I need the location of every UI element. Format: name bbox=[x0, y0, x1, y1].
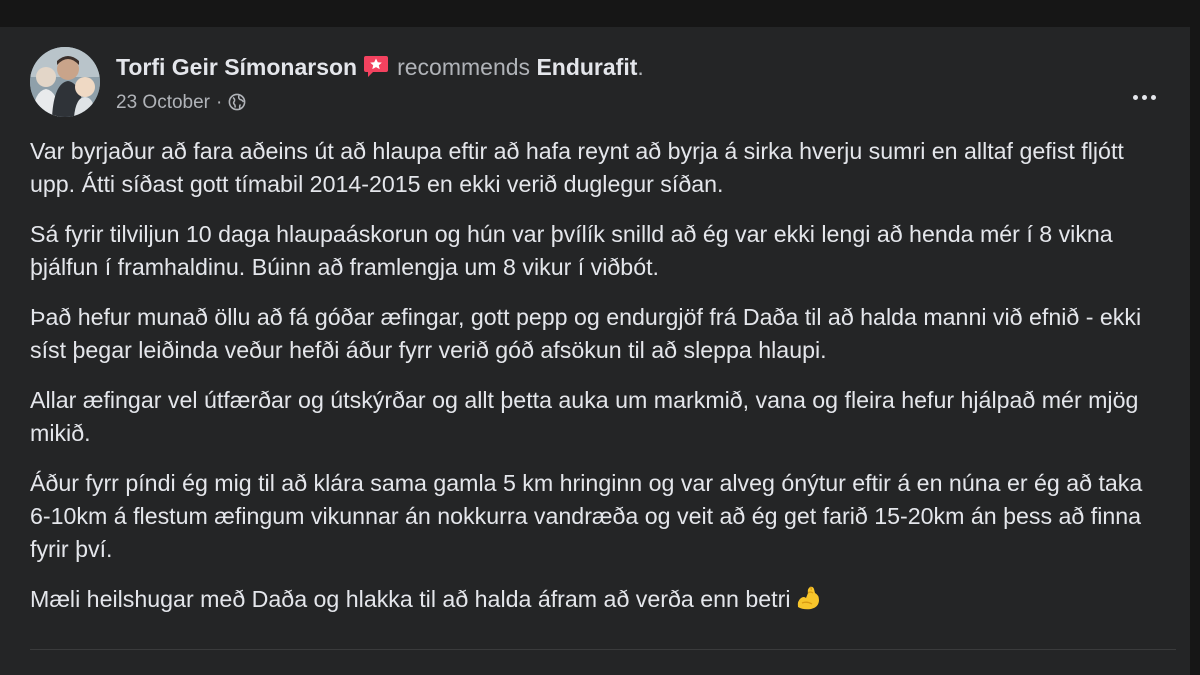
recommend-badge-icon bbox=[364, 56, 389, 77]
post-body: Var byrjaður að fara aðeins út að hlaupa… bbox=[30, 135, 1150, 633]
flexed-biceps-icon bbox=[798, 586, 820, 610]
more-dot bbox=[1132, 94, 1138, 100]
post-date[interactable]: 23 October bbox=[116, 92, 210, 113]
recommends-text: recommends bbox=[397, 54, 531, 80]
post-card: Torfi Geir Símonarson recommends Endurafi… bbox=[0, 27, 1190, 675]
more-dot bbox=[1141, 94, 1147, 100]
more-options-button[interactable] bbox=[1124, 85, 1164, 109]
author-line: Torfi Geir Símonarson recommends Endurafi… bbox=[116, 53, 644, 81]
author-name[interactable]: Torfi Geir Símonarson bbox=[116, 54, 357, 80]
post-paragraph: Áður fyrr píndi ég mig til að klára sama… bbox=[30, 470, 1143, 562]
globe-icon[interactable] bbox=[228, 93, 246, 111]
author-avatar[interactable] bbox=[30, 47, 100, 117]
post-header: Torfi Geir Símonarson recommends Endurafi… bbox=[30, 47, 1176, 117]
post-divider bbox=[30, 649, 1176, 650]
post-paragraph: Allar æfingar vel útfærðar og útskýrðar … bbox=[30, 387, 1139, 446]
post-meta: 23 October · bbox=[116, 91, 246, 115]
post-paragraph-last: Mæli heilshugar með Daða og hlakka til a… bbox=[30, 583, 1150, 616]
meta-separator: · bbox=[216, 92, 223, 113]
page-suffix: . bbox=[637, 54, 644, 80]
post-paragraph: Var byrjaður að fara aðeins út að hlaupa… bbox=[30, 138, 1124, 197]
post-paragraph: Það hefur munað öllu að fá góðar æfingar… bbox=[30, 304, 1142, 363]
more-dot bbox=[1150, 94, 1156, 100]
post-paragraph: Sá fyrir tilviljun 10 daga hlaupaáskorun… bbox=[30, 221, 1113, 280]
avatar-photo-icon bbox=[30, 47, 100, 117]
page-name-link[interactable]: Endurafit bbox=[536, 54, 637, 80]
post-paragraph-text: Mæli heilshugar með Daða og hlakka til a… bbox=[30, 586, 791, 612]
